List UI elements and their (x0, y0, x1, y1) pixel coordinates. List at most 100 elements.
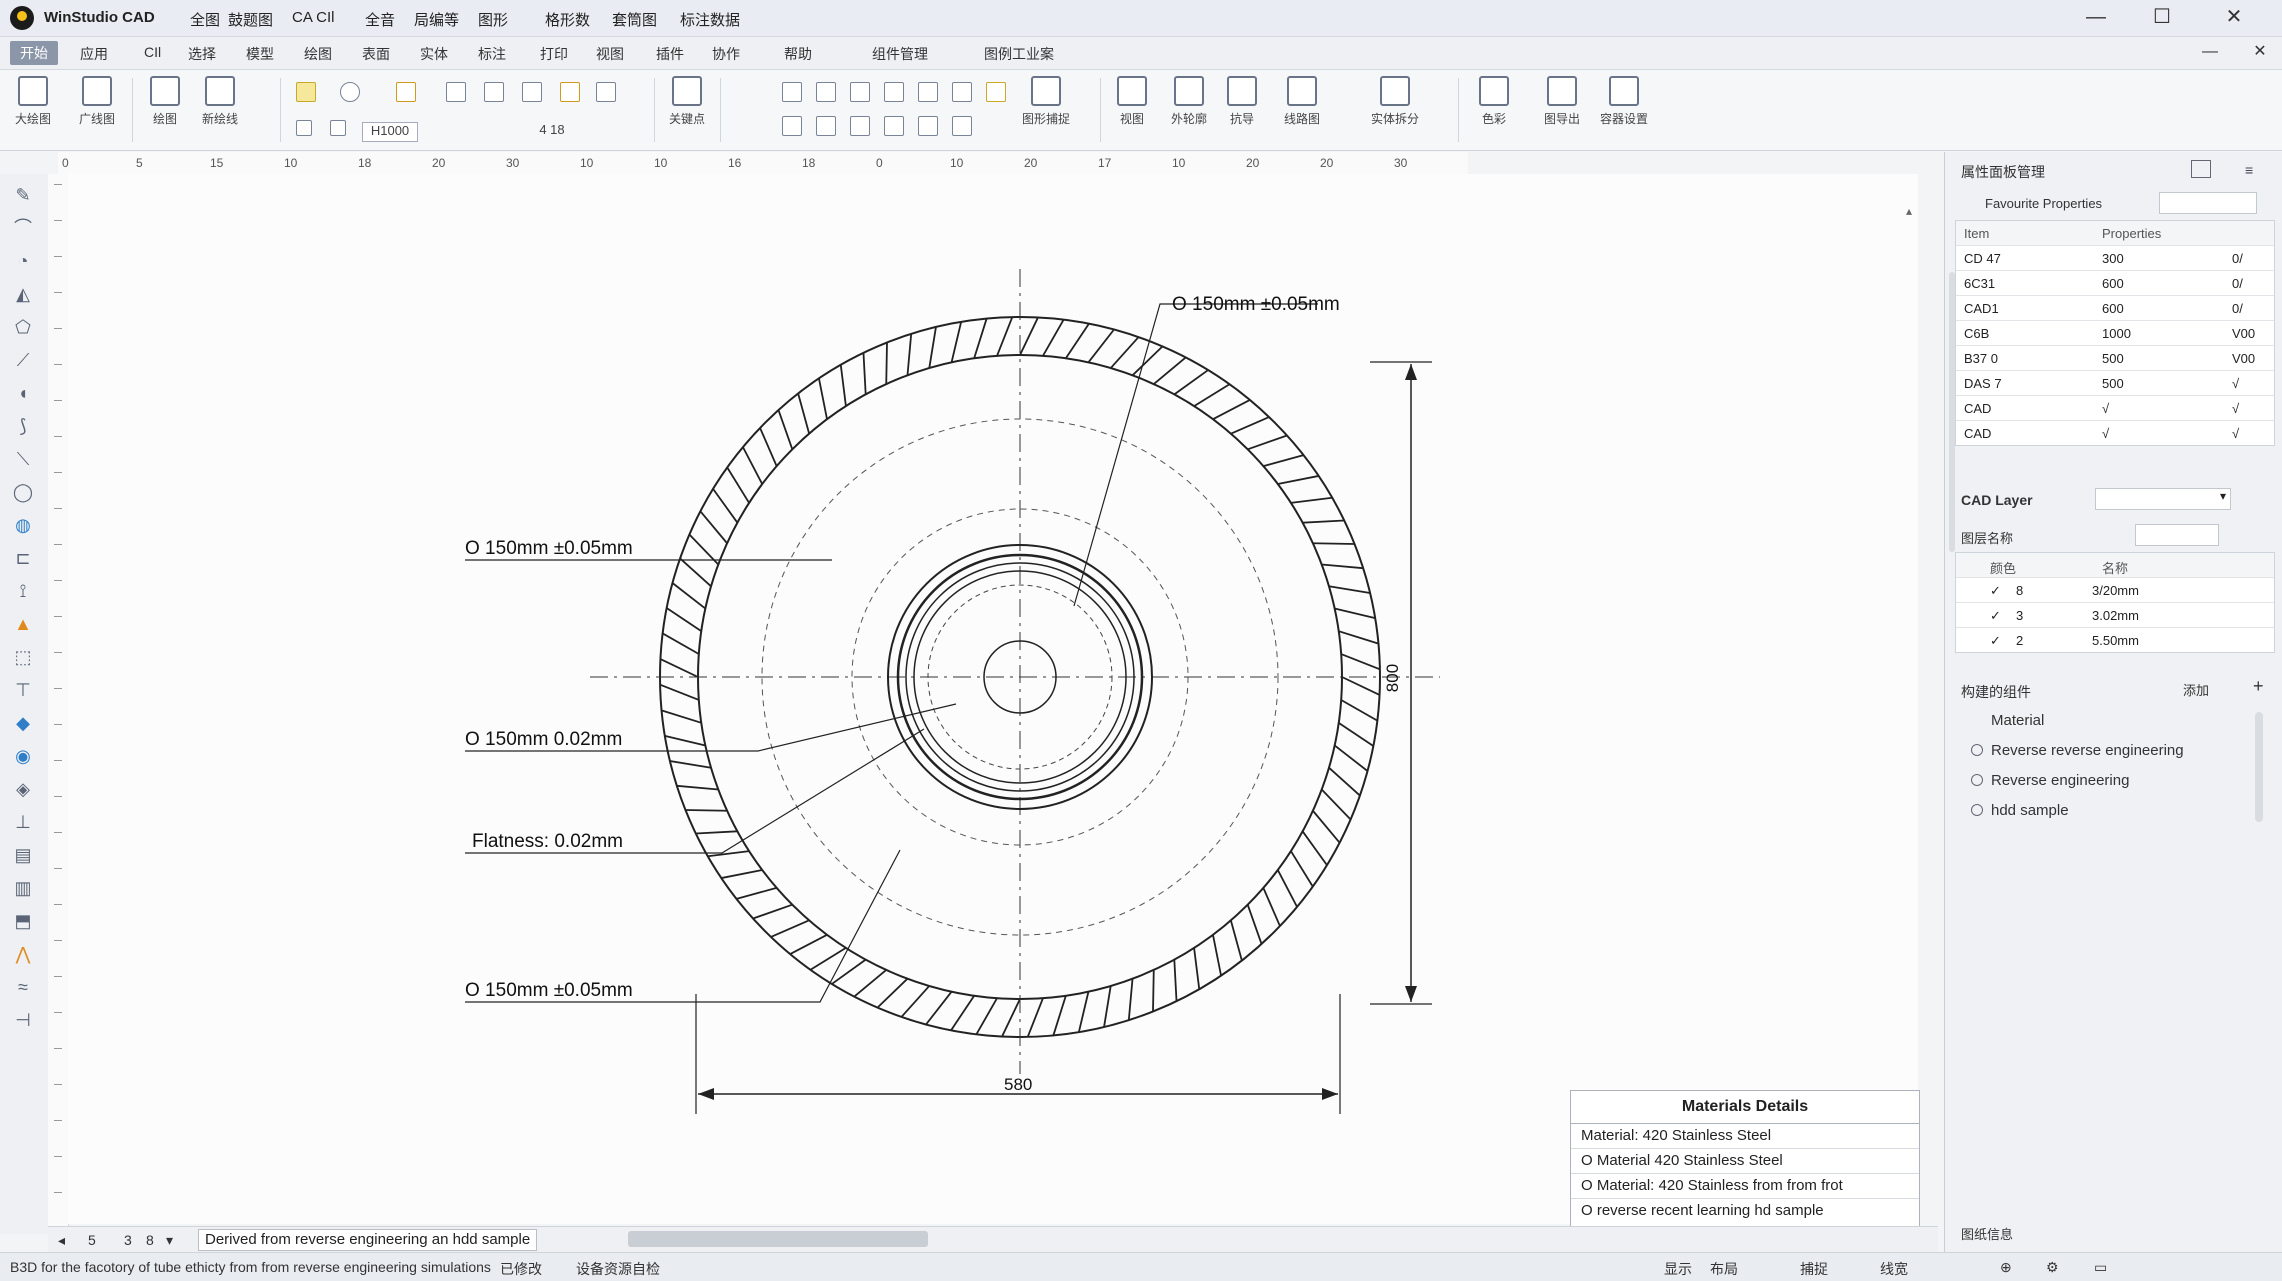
stack-icon[interactable]: ▤ (12, 844, 34, 866)
tab-industrial[interactable]: 图例工业案 (984, 44, 1054, 64)
arc-icon[interactable]: ⌒ (12, 217, 34, 239)
tab-plugin[interactable]: 插件 (656, 44, 684, 64)
panel-menu-icon[interactable]: ≡ (2245, 162, 2253, 178)
sheet-tab[interactable]: 8 (146, 1232, 154, 1248)
rect-tool-icon[interactable] (396, 82, 416, 102)
settings-icon[interactable]: ⚙ (2046, 1259, 2059, 1276)
drawing-button[interactable]: 绘图 (142, 76, 188, 144)
layer-row[interactable]: ✓ 8 3/20mm (1956, 578, 2274, 603)
scale-value[interactable]: 4 18 (532, 122, 572, 140)
menu-item[interactable]: 图形 (478, 9, 508, 30)
tab-surface[interactable]: 表面 (362, 44, 390, 64)
tree-scrollbar[interactable] (2255, 712, 2263, 822)
warning-icon[interactable]: ▲ (12, 613, 34, 635)
draw-large-button[interactable]: 大绘图 (10, 76, 56, 144)
menu-item[interactable]: 局编等 (414, 9, 459, 30)
align-icon[interactable] (782, 82, 802, 102)
h-value-field[interactable]: H1000 (362, 122, 418, 142)
maximize-button[interactable]: ☐ (2142, 2, 2182, 32)
ellipse-icon[interactable]: ◖ (12, 382, 34, 404)
wide-line-button[interactable]: 广线图 (72, 76, 122, 144)
sheet-tab[interactable]: 3 (124, 1232, 132, 1248)
menu-item[interactable]: 套筒图 (612, 9, 657, 30)
diamond-icon[interactable]: ◆ (12, 712, 34, 734)
menu-item[interactable]: CA CIl (292, 9, 335, 26)
guide-button[interactable]: 抗导 (1224, 76, 1260, 144)
zoom-icon[interactable]: ⊕ (2000, 1259, 2012, 1276)
menu-item[interactable]: 格形数 (545, 9, 590, 30)
tree-item[interactable]: Reverse reverse engineering (1971, 742, 2184, 759)
table-row[interactable]: CAD √ √ (1956, 396, 2274, 421)
color-icon[interactable]: ◍ (12, 514, 34, 536)
tab-apply[interactable]: 应用 (80, 44, 108, 64)
table-row[interactable]: 6C31 600 0/ (1956, 271, 2274, 296)
menu-item[interactable]: 鼓题图 (228, 9, 273, 30)
status-toggle-snap[interactable]: 捕捉 (1800, 1259, 1828, 1279)
spline-icon[interactable]: ⟆ (12, 415, 34, 437)
snap-mode-icon[interactable] (918, 116, 938, 136)
block-tool-icon[interactable] (446, 82, 466, 102)
drawing-canvas[interactable]: Ο 150mm ±0.05mm Ο 150mm ±0.05mm Ο 150mm … (68, 174, 1918, 1224)
align-icon[interactable] (952, 82, 972, 102)
color-button[interactable]: 色彩 (1466, 76, 1522, 144)
layer-icon[interactable]: ⬒ (12, 910, 34, 932)
text-icon[interactable]: ⊤ (12, 679, 34, 701)
table-icon[interactable]: ▥ (12, 877, 34, 899)
view-button[interactable]: 视图 (1110, 76, 1154, 144)
menu-item[interactable]: 标注数据 (680, 9, 740, 30)
snap-icon[interactable] (296, 120, 312, 136)
export-button[interactable]: 图导出 (1534, 76, 1590, 144)
wiring-button[interactable]: 线路图 (1270, 76, 1334, 144)
tab-draw[interactable]: 绘图 (304, 44, 332, 64)
polygon-icon[interactable]: ◭ (12, 283, 34, 305)
table-row[interactable]: B37 0 500 V00 (1956, 346, 2274, 371)
block-tool-icon[interactable] (484, 82, 504, 102)
tab-view[interactable]: 视图 (596, 44, 624, 64)
snap-mode-icon[interactable] (884, 116, 904, 136)
dim-icon[interactable]: ⟍ (12, 448, 34, 470)
block-tool-icon[interactable] (522, 82, 542, 102)
pentagon-icon[interactable]: ⬠ (12, 316, 34, 338)
outline-button[interactable]: 外轮廓 (1164, 76, 1214, 144)
tree-item[interactable]: hdd sample (1971, 802, 2069, 819)
table-row[interactable]: CD 47 300 0/ (1956, 246, 2274, 271)
ribbon-minimize-icon[interactable]: — (2190, 37, 2230, 67)
tab-annotate[interactable]: 标注 (478, 44, 506, 64)
solid-split-button[interactable]: 实体拆分 (1340, 76, 1450, 144)
graphic-snap-button[interactable]: 图形捕捉 (1006, 76, 1086, 144)
tab-solid[interactable]: 实体 (420, 44, 448, 64)
keypoint-button[interactable]: 关键点 (662, 76, 712, 144)
ribbon-close-icon[interactable]: ✕ (2240, 37, 2280, 67)
tab-collab[interactable]: 协作 (712, 44, 740, 64)
new-line-button[interactable]: 新绘线 (192, 76, 248, 144)
status-toggle-display[interactable]: 显示 (1664, 1259, 1692, 1279)
filter-input[interactable] (2159, 192, 2257, 214)
plus-icon[interactable]: + (2253, 676, 2264, 697)
table-row[interactable]: CAD1 600 0/ (1956, 296, 2274, 321)
tab-print[interactable]: 打印 (540, 44, 568, 64)
snap-mode-icon[interactable] (782, 116, 802, 136)
minimize-button[interactable]: — (2076, 2, 2116, 32)
tab-help[interactable]: 帮助 (784, 44, 812, 64)
tab-model[interactable]: 模型 (246, 44, 274, 64)
measure-icon[interactable]: ⟟ (12, 580, 34, 602)
globe-icon[interactable]: ◉ (12, 745, 34, 767)
circle-tool-icon[interactable] (340, 82, 360, 102)
table-row[interactable]: DAS 7 500 √ (1956, 371, 2274, 396)
layer-row[interactable]: ✓ 2 5.50mm (1956, 628, 2274, 652)
sheet-tab[interactable]: 5 (88, 1232, 96, 1248)
circle-icon[interactable]: ◔ (12, 250, 34, 272)
scroll-up-icon[interactable]: ▴ (1906, 204, 1918, 218)
layer-name-input[interactable] (2135, 524, 2219, 546)
panel-scrollbar[interactable] (1949, 272, 1955, 552)
align-icon[interactable] (816, 82, 836, 102)
pencil-tool-icon[interactable] (560, 82, 580, 102)
layer-color-icon[interactable] (296, 82, 316, 102)
hatch-tool-icon[interactable] (596, 82, 616, 102)
fullscreen-icon[interactable]: ▭ (2094, 1259, 2107, 1276)
close-button[interactable]: ✕ (2214, 2, 2254, 32)
align-icon[interactable] (918, 82, 938, 102)
horizontal-scrollbar[interactable] (628, 1231, 928, 1247)
chevron-down-icon[interactable]: ▾ (166, 1232, 173, 1249)
frame-icon[interactable]: ⬚ (12, 646, 34, 668)
